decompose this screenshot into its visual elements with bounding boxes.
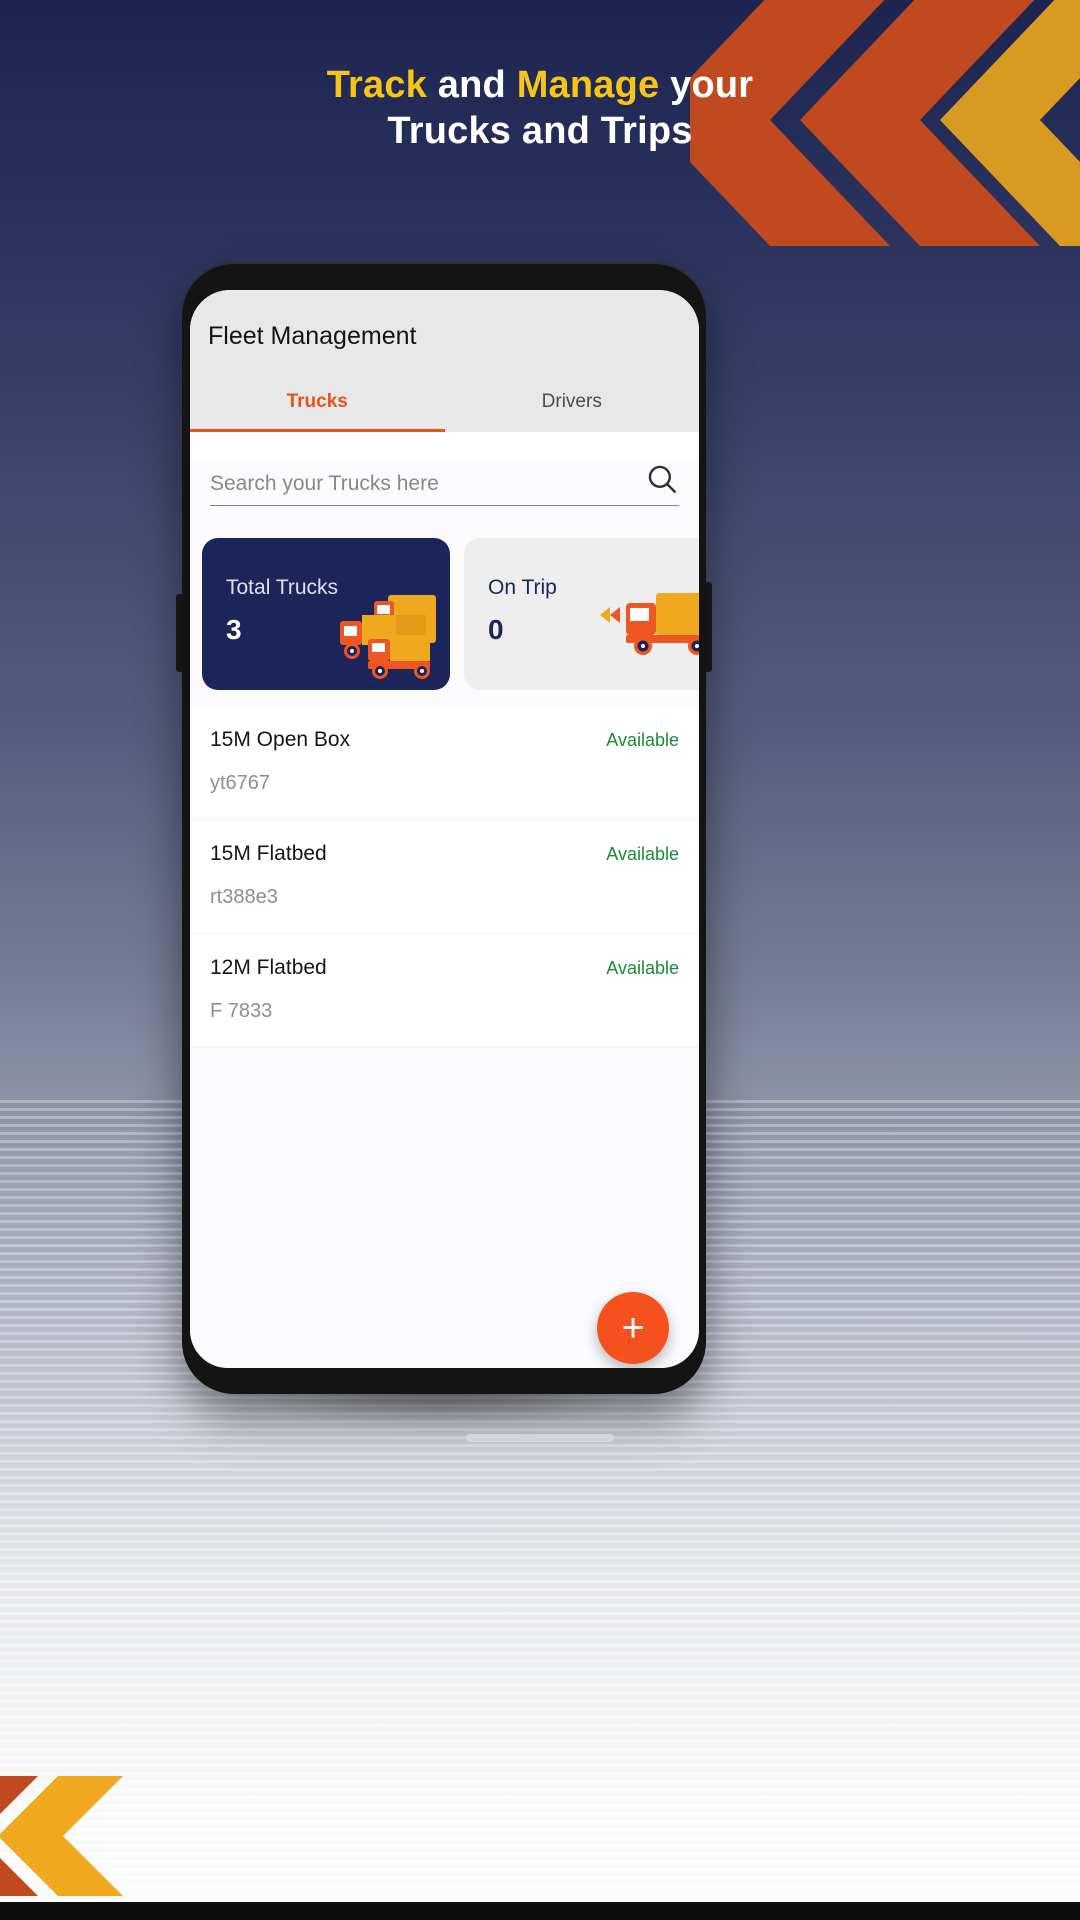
truck-illustration xyxy=(596,585,699,666)
truck-plate: F 7833 xyxy=(210,1000,273,1022)
stat-label-on-trip: On Trip xyxy=(488,576,557,599)
page-title: Fleet Management xyxy=(208,322,417,350)
search-bar[interactable] xyxy=(210,462,679,506)
headline-accent-track: Track xyxy=(326,64,428,106)
table-row[interactable]: 15M Open Box yt6767 Available xyxy=(190,706,699,820)
status-badge: Available xyxy=(606,844,679,864)
stat-value-on-trip: 0 xyxy=(488,614,504,645)
table-row[interactable]: 15M Flatbed rt388e3 Available xyxy=(190,820,699,934)
chevron-decoration-bottom xyxy=(0,1776,178,1896)
headline-line-2: Trucks and Trips xyxy=(387,110,693,153)
two-trucks-illustration xyxy=(330,579,450,688)
stat-card-on-trip[interactable]: On Trip 0 xyxy=(464,538,699,690)
status-badge: Available xyxy=(606,958,679,978)
app-header: Fleet Management Trucks Drivers xyxy=(190,290,699,432)
stats-cards: Total Trucks 3 On Trip 0 xyxy=(202,538,699,690)
tab-drivers[interactable]: Drivers xyxy=(445,391,700,432)
page-bottom-bar xyxy=(0,1902,1080,1920)
search-icon[interactable] xyxy=(645,462,679,496)
stat-value-total-trucks: 3 xyxy=(226,614,242,645)
headline-plain-and: and xyxy=(427,64,517,106)
truck-plate: yt6767 xyxy=(210,772,271,794)
app-body: Total Trucks 3 xyxy=(190,462,699,1368)
search-input[interactable] xyxy=(210,472,645,496)
add-truck-fab[interactable]: + xyxy=(597,1292,669,1364)
headline-plain-your: your xyxy=(659,64,754,106)
promo-page: Track and Manage your Trucks and Trips F… xyxy=(0,0,1080,1920)
phone-screen: Fleet Management Trucks Drivers Total Tr… xyxy=(190,290,699,1368)
stat-card-total-trucks[interactable]: Total Trucks 3 xyxy=(202,538,450,690)
stat-label-total-trucks: Total Trucks xyxy=(226,576,339,599)
promo-headline: Track and Manage your Trucks and Trips xyxy=(0,62,1080,155)
tab-bar: Trucks Drivers xyxy=(190,391,699,432)
tab-trucks[interactable]: Trucks xyxy=(190,391,445,432)
truck-plate: rt388e3 xyxy=(210,886,278,908)
truck-list: 15M Open Box yt6767 Available 15M Flatbe… xyxy=(190,706,699,1048)
table-row[interactable]: 12M Flatbed F 7833 Available xyxy=(190,934,699,1048)
status-badge: Available xyxy=(606,730,679,750)
page-bottom-pill xyxy=(0,1434,1080,1454)
headline-accent-manage: Manage xyxy=(516,64,660,106)
